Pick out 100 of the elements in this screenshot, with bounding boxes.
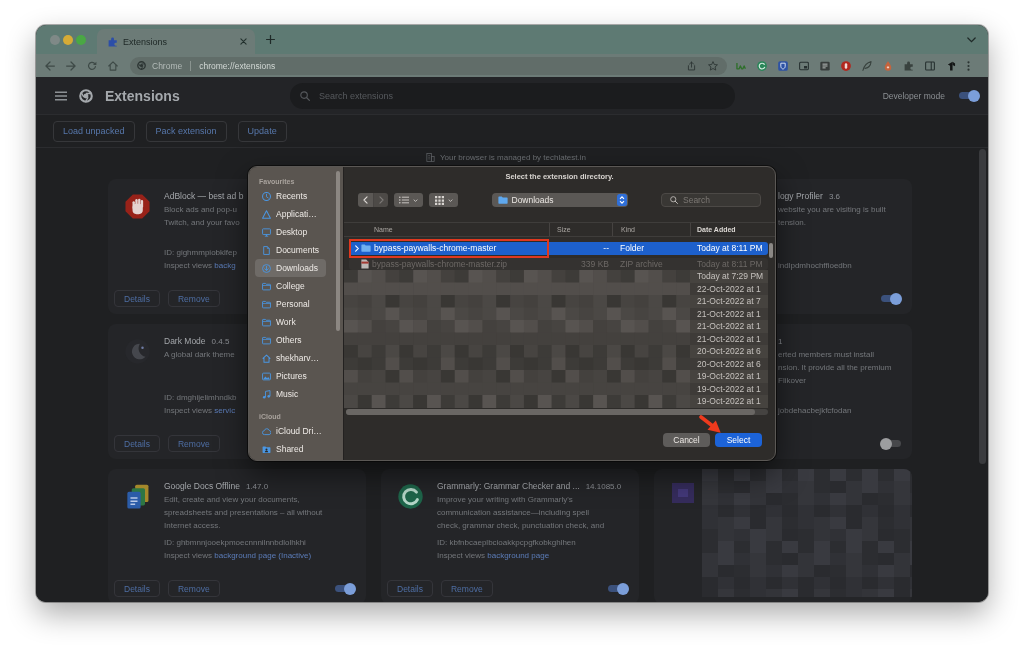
page-title: Extensions bbox=[105, 87, 180, 104]
share-icon[interactable] bbox=[687, 60, 696, 71]
window-maximize-icon[interactable] bbox=[76, 34, 86, 45]
arc-icon bbox=[398, 484, 423, 509]
action-button[interactable]: Load unpacked bbox=[53, 120, 135, 142]
puzzle-icon bbox=[108, 36, 118, 47]
scrollbar-thumb[interactable] bbox=[336, 171, 340, 331]
stepper-icon bbox=[616, 194, 627, 206]
sidebar-item[interactable]: Music bbox=[255, 385, 326, 403]
scrollbar-thumb[interactable] bbox=[769, 243, 773, 258]
sidebar-icon[interactable] bbox=[925, 60, 935, 71]
card-button[interactable]: Remove bbox=[168, 580, 220, 597]
sidebar-item[interactable]: Shared bbox=[255, 440, 326, 458]
inspect-link[interactable]: servic bbox=[214, 406, 236, 415]
sidebar-item[interactable]: Work bbox=[255, 313, 326, 331]
sidebar-item[interactable]: Others bbox=[255, 331, 326, 349]
action-button[interactable]: Update bbox=[237, 120, 287, 142]
date-added: 21-Oct-2022 at 1 bbox=[697, 321, 761, 331]
file-row[interactable]: 21-Oct-2022 at 1 bbox=[690, 320, 768, 333]
inspect-link[interactable]: backg bbox=[214, 261, 236, 270]
feather-icon[interactable] bbox=[862, 60, 872, 71]
file-row[interactable]: bypass-paywalls-chrome-master -- Folder Today at 8:11 PM bbox=[349, 242, 768, 255]
back-button[interactable] bbox=[358, 193, 373, 207]
grid-icon bbox=[434, 195, 444, 205]
extension-version: 1.47.0 bbox=[245, 481, 269, 493]
disclosure-icon bbox=[355, 244, 359, 252]
drop-icon[interactable] bbox=[883, 60, 893, 71]
more-icon[interactable] bbox=[967, 60, 970, 71]
card-button[interactable]: Remove bbox=[168, 290, 220, 307]
search-icon bbox=[300, 90, 310, 101]
puzzle-icon[interactable] bbox=[904, 60, 914, 71]
file-row[interactable]: Today at 7:29 PM bbox=[690, 270, 768, 283]
extension-description: Edit, create and view your documents, spreadsheets and presentations – all without Internet access. bbox=[164, 494, 324, 532]
icon-view-button[interactable] bbox=[429, 193, 458, 207]
picture-in-picture-icon[interactable] bbox=[799, 60, 809, 71]
extension-name: Google Docs Offline bbox=[164, 480, 240, 493]
inspect-views-text: Inspect views background page (Inactive) bbox=[164, 550, 313, 562]
card-button[interactable]: Details bbox=[114, 580, 160, 597]
cancel-button[interactable]: Cancel bbox=[663, 433, 710, 447]
badge-icon[interactable] bbox=[841, 60, 851, 71]
file-row[interactable]: 21-Oct-2022 at 7 bbox=[690, 295, 768, 308]
toggle-switch[interactable] bbox=[607, 582, 629, 595]
caret-icon bbox=[413, 198, 418, 202]
toggle-switch[interactable] bbox=[334, 582, 356, 595]
extension-id: indlpdmhochffioedbn bbox=[778, 260, 853, 272]
reload-icon[interactable] bbox=[87, 60, 97, 71]
file-row[interactable]: 19-Oct-2022 at 1 bbox=[690, 395, 768, 408]
star-icon[interactable] bbox=[708, 60, 718, 71]
toggle-switch[interactable] bbox=[958, 89, 980, 102]
card-button[interactable]: Details bbox=[114, 435, 160, 452]
sidebar-item[interactable]: Desktop bbox=[255, 223, 326, 241]
sidebar-item[interactable]: Documents bbox=[255, 241, 326, 259]
sidebar-item[interactable]: shekharv… bbox=[255, 349, 326, 367]
scrollbar-thumb[interactable] bbox=[979, 149, 986, 464]
extension-description: Block ads and pop-u Twitch, and your favo bbox=[164, 204, 241, 229]
sidebar-item[interactable]: Recents bbox=[255, 187, 326, 205]
action-button[interactable]: Pack extension bbox=[145, 120, 227, 142]
menu-icon[interactable] bbox=[55, 90, 67, 101]
chevron-down-icon[interactable] bbox=[967, 36, 976, 43]
inspect-link[interactable]: background page (Inactive) bbox=[214, 551, 312, 560]
toggle-switch[interactable] bbox=[880, 437, 902, 450]
file-row[interactable]: 20-Oct-2022 at 6 bbox=[690, 345, 768, 358]
extension-id: jobdehacbejkfcfodan bbox=[778, 405, 853, 417]
address-bar[interactable]: Chrome chrome://extensions bbox=[130, 56, 727, 75]
sidebar-item[interactable]: Personal bbox=[255, 295, 326, 313]
list-icon bbox=[399, 196, 409, 204]
plus-icon[interactable] bbox=[266, 35, 275, 44]
folder-icon bbox=[262, 299, 271, 309]
shield-icon[interactable] bbox=[778, 60, 788, 71]
card-button[interactable]: Details bbox=[114, 290, 160, 307]
close-icon[interactable] bbox=[240, 38, 247, 45]
toggle-switch[interactable] bbox=[880, 292, 902, 305]
sidebar-item[interactable]: Downloads bbox=[255, 259, 326, 277]
photo-icon bbox=[262, 371, 271, 381]
file-name: bypass-paywalls-chrome-master bbox=[374, 242, 497, 255]
location-popup[interactable]: Downloads bbox=[491, 193, 628, 207]
card-button[interactable]: Remove bbox=[441, 580, 493, 597]
sidebar-item[interactable]: iCloud Dri… bbox=[255, 422, 326, 440]
site-label: Chrome bbox=[152, 60, 183, 71]
document-icon bbox=[262, 245, 271, 255]
window-minimize-icon[interactable] bbox=[63, 34, 73, 45]
sidebar-item[interactable]: Applicati… bbox=[255, 205, 326, 223]
card-button[interactable]: Remove bbox=[168, 435, 220, 452]
sidebar-item[interactable]: Pictures bbox=[255, 367, 326, 385]
arc-icon[interactable] bbox=[757, 60, 767, 71]
date-added: 20-Oct-2022 at 6 bbox=[697, 358, 761, 369]
inspect-link[interactable]: background page bbox=[487, 551, 550, 560]
file-row[interactable]: 19-Oct-2022 at 1 bbox=[690, 370, 768, 383]
tile-icon[interactable] bbox=[820, 60, 830, 71]
back-arrow-icon[interactable] bbox=[45, 60, 55, 71]
file-size: -- bbox=[603, 243, 609, 253]
card-button[interactable]: Details bbox=[387, 580, 433, 597]
select-button[interactable]: Select bbox=[715, 433, 762, 447]
logo-icon[interactable] bbox=[946, 60, 956, 71]
folder-icon bbox=[262, 317, 271, 327]
forward-arrow-icon[interactable] bbox=[66, 60, 76, 71]
list-view-button[interactable] bbox=[394, 193, 423, 207]
browser-tab[interactable]: Extensions bbox=[97, 29, 255, 54]
sidebar-item[interactable]: College bbox=[255, 277, 326, 295]
home-icon[interactable] bbox=[108, 60, 118, 71]
